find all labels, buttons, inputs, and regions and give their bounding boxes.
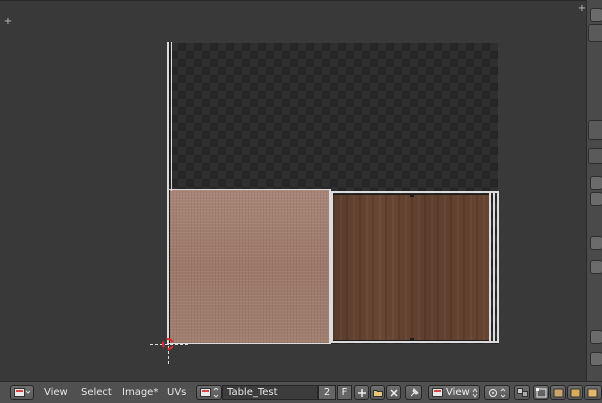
mode-selector-label: View — [446, 387, 470, 398]
island-select-icon — [587, 388, 598, 398]
mode-selector[interactable]: View — [428, 385, 480, 400]
uv-editor-viewport[interactable]: + — [0, 0, 586, 382]
edge-select-mode-button[interactable] — [550, 385, 566, 400]
updown-arrow-icon — [472, 388, 478, 398]
image-editor-icon — [432, 388, 443, 397]
island-select-mode-button[interactable] — [584, 385, 602, 400]
vertex-select-icon — [536, 388, 547, 398]
fake-user-toggle[interactable]: F — [337, 385, 352, 400]
panel-button[interactable] — [590, 330, 602, 344]
panel-tab[interactable] — [588, 24, 602, 42]
menu-select[interactable]: Select — [81, 385, 112, 400]
panel-button[interactable] — [590, 260, 602, 274]
plus-icon — [358, 389, 366, 397]
2d-cursor-icon[interactable] — [150, 326, 188, 364]
uv-editor-header: View Select Image* UVs Table_Test 2 F Vi… — [0, 381, 602, 403]
wood-texture-region — [333, 194, 490, 340]
image-browse-icon — [200, 388, 219, 398]
pivot-icon — [489, 388, 506, 398]
area-split-plus-icon[interactable]: + — [3, 17, 13, 27]
new-image-button[interactable] — [354, 385, 369, 400]
panel-tab[interactable] — [588, 120, 602, 140]
open-image-button[interactable] — [370, 385, 385, 400]
sync-selection-button[interactable] — [514, 385, 530, 400]
image-users-count[interactable]: 2 — [318, 385, 336, 400]
panel-button[interactable] — [590, 236, 602, 250]
panel-button[interactable] — [590, 192, 602, 206]
face-select-icon — [570, 388, 581, 398]
close-icon — [390, 389, 398, 397]
panel-button[interactable] — [590, 176, 602, 190]
image-editor-icon — [14, 388, 30, 397]
editor-type-button[interactable] — [10, 385, 34, 400]
menu-view[interactable]: View — [44, 385, 68, 400]
image-name-field[interactable]: Table_Test — [222, 385, 318, 400]
unlink-image-button[interactable] — [386, 385, 401, 400]
menu-uvs[interactable]: UVs — [167, 385, 186, 400]
tool-shelf-edge[interactable]: + — [578, 0, 602, 381]
browse-image-button[interactable] — [196, 385, 222, 400]
edge-select-icon — [553, 388, 564, 398]
pivot-selector[interactable] — [484, 385, 510, 400]
vertex-select-mode-button[interactable] — [533, 385, 549, 400]
sync-icon — [517, 388, 528, 397]
menu-image[interactable]: Image* — [122, 385, 158, 400]
panel-tab[interactable] — [588, 148, 602, 164]
panel-button[interactable] — [590, 352, 602, 366]
folder-icon — [373, 390, 383, 397]
panel-toggle-button[interactable] — [590, 8, 602, 22]
pin-image-button[interactable] — [405, 385, 422, 400]
face-select-mode-button[interactable] — [567, 385, 583, 400]
pin-icon — [410, 388, 419, 397]
area-split-plus-icon[interactable]: + — [577, 4, 587, 14]
fabric-texture-region — [170, 190, 331, 344]
